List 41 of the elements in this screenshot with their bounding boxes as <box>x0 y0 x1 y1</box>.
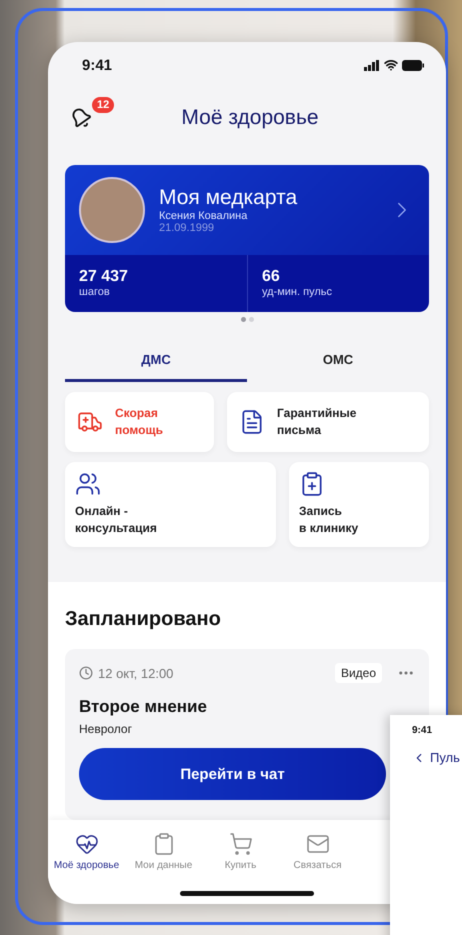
screen-title: Пуль <box>430 750 460 765</box>
tab-bar-item[interactable]: Моё здоровье <box>48 832 125 871</box>
stat-label: уд-мин. пульс <box>262 286 333 298</box>
chat-button[interactable]: Перейти в чат <box>79 748 386 800</box>
medcard-title: Моя медкарта <box>159 186 298 210</box>
service-tile[interactable]: Онлайн - консультация <box>65 462 276 547</box>
section-title: Запланировано <box>65 608 222 631</box>
stat-value: 66 <box>262 268 281 286</box>
service-tile[interactable]: Скорая помощь <box>65 392 214 452</box>
service-tile[interactable]: Гарантийные письма <box>227 392 429 452</box>
clock-icon <box>79 666 93 680</box>
tile-label: Гарантийные письма <box>277 405 356 439</box>
medcard-header[interactable]: Моя медкарта Ксения Ковалина 21.09.1999 <box>65 164 429 255</box>
page-title: Моё здоровье <box>180 106 320 130</box>
tab-bar-item[interactable]: Купить <box>202 832 279 871</box>
tile-label: Запись в клинику <box>299 503 360 537</box>
pager-dot[interactable] <box>240 316 246 322</box>
tile-label: Онлайн - консультация <box>75 503 158 537</box>
birth-date: 21.09.1999 <box>159 222 216 234</box>
cart-icon <box>228 832 252 856</box>
signal-icon <box>364 60 380 71</box>
service-tile[interactable]: Запись в клинику <box>289 462 429 547</box>
status-time: 9:41 <box>412 725 434 736</box>
tile-label: Скорая помощь <box>115 405 163 439</box>
status-time: 9:41 <box>82 56 112 74</box>
tab-bar-item[interactable]: Мои данные <box>125 832 202 871</box>
appointment-time: 12 окт, 12:00 <box>98 666 174 680</box>
type-tag: Видео <box>334 663 382 683</box>
stat-label: шагов <box>79 286 111 298</box>
notification-badge: 12 <box>92 97 114 114</box>
wifi-icon <box>384 58 398 72</box>
tab-bar-item[interactable]: Связаться <box>279 832 356 871</box>
patient-name: Ксения Ковалина <box>159 210 248 222</box>
battery-icon <box>402 60 424 71</box>
pager-dot[interactable] <box>248 316 254 322</box>
heart-icon <box>74 832 98 856</box>
people-icon <box>75 471 101 498</box>
appointment-title: Второе мнение <box>79 697 208 717</box>
tab[interactable]: ДМС <box>65 339 247 382</box>
tab[interactable]: ОМС <box>247 339 429 382</box>
stat-value: 27 437 <box>79 268 129 286</box>
